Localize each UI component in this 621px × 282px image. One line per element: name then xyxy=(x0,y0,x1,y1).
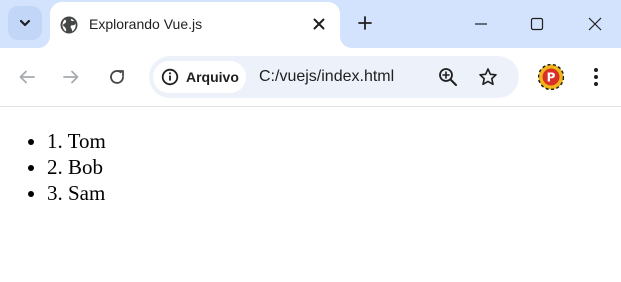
plus-icon xyxy=(358,16,372,30)
browser-window: Explorando Vue.js Arquivo C:/vuejs/index… xyxy=(0,0,621,282)
address-bar[interactable]: Arquivo C:/vuejs/index.html xyxy=(149,56,519,98)
tab-close-button[interactable] xyxy=(308,13,330,35)
avatar: P xyxy=(537,63,565,91)
globe-icon xyxy=(60,16,78,34)
reload-button[interactable] xyxy=(103,63,131,91)
site-info-chip[interactable]: Arquivo xyxy=(153,61,246,93)
back-button[interactable] xyxy=(13,63,41,91)
arrow-left-icon xyxy=(19,70,35,84)
toolbar: Arquivo C:/vuejs/index.html P xyxy=(0,48,621,107)
bookmark-button[interactable] xyxy=(476,65,500,89)
active-tab[interactable]: Explorando Vue.js xyxy=(50,2,340,48)
avatar-initial: P xyxy=(547,71,556,85)
forward-button[interactable] xyxy=(57,63,85,91)
maximize-icon xyxy=(530,17,544,31)
list-item: 2. Bob xyxy=(47,154,106,180)
close-icon xyxy=(313,18,325,30)
name-list: 1. Tom 2. Bob 3. Sam xyxy=(0,128,106,206)
profile-avatar-button[interactable]: P xyxy=(537,63,565,91)
minimize-button[interactable] xyxy=(465,8,497,40)
url-text[interactable]: C:/vuejs/index.html xyxy=(259,68,394,86)
reload-icon xyxy=(110,70,124,84)
minimize-icon xyxy=(475,23,487,25)
info-icon xyxy=(161,68,179,86)
tab-title: Explorando Vue.js xyxy=(89,16,203,32)
site-chip-label: Arquivo xyxy=(186,69,239,85)
browser-menu-button[interactable] xyxy=(582,63,610,91)
chevron-down-icon xyxy=(19,19,31,27)
page-content: 1. Tom 2. Bob 3. Sam xyxy=(0,107,621,282)
maximize-button[interactable] xyxy=(521,8,553,40)
arrow-right-icon xyxy=(63,70,79,84)
new-tab-button[interactable] xyxy=(352,10,378,36)
close-icon xyxy=(588,17,602,31)
list-item: 3. Sam xyxy=(47,180,106,206)
zoom-in-icon xyxy=(439,68,457,86)
star-icon xyxy=(479,68,497,86)
tab-search-button[interactable] xyxy=(8,6,42,40)
close-window-button[interactable] xyxy=(579,8,611,40)
list-item: 1. Tom xyxy=(47,128,106,154)
more-vertical-icon xyxy=(594,68,598,86)
zoom-button[interactable] xyxy=(436,65,460,89)
tab-strip: Explorando Vue.js xyxy=(0,0,621,48)
